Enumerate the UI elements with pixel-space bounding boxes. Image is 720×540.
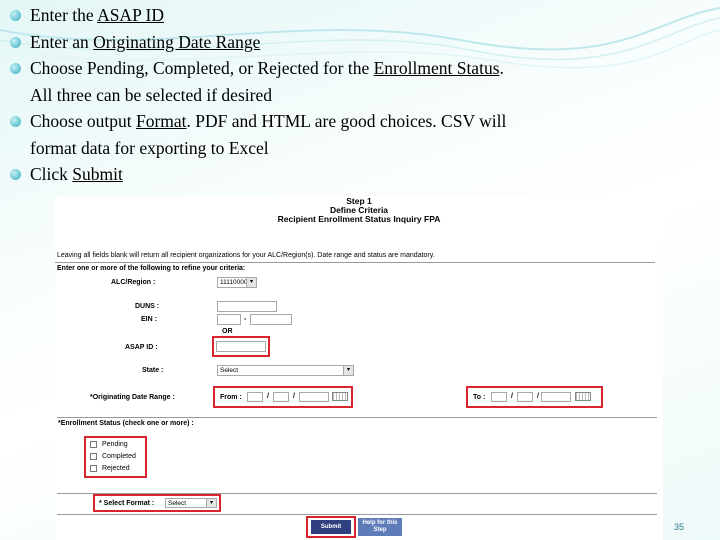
to-year-input[interactable] <box>541 392 571 402</box>
enrollment-status-term: Enrollment Status <box>373 58 500 78</box>
chevron-down-icon: ▾ <box>246 278 256 287</box>
date-range-term: Originating Date Range <box>93 31 261 52</box>
duns-label: DUNS : <box>135 303 160 310</box>
ein-prefix-input[interactable] <box>217 314 241 325</box>
alc-label: ALC/Region : <box>111 279 156 286</box>
completed-checkbox[interactable] <box>90 453 97 460</box>
bullet-asap-id: Enter the ASAP ID <box>10 2 710 29</box>
status-fieldset-border <box>57 417 657 418</box>
bullet-format: Choose output Format. PDF and HTML are g… <box>10 108 710 161</box>
to-label: To : <box>473 394 486 401</box>
state-label: State : <box>142 367 164 374</box>
ein-suffix-input[interactable] <box>250 314 292 325</box>
from-day-input[interactable] <box>273 392 289 402</box>
format-term: Format <box>135 111 187 131</box>
or-label: OR <box>222 328 233 335</box>
divider <box>57 514 657 515</box>
instruction-list: Enter the ASAP ID Enter an Originating D… <box>10 2 710 188</box>
from-slash-1: / <box>267 393 269 400</box>
bullet-enrollment-status: Choose Pending, Completed, or Rejected f… <box>10 55 710 108</box>
to-slash-2: / <box>537 393 539 400</box>
select-format-label: * Select Format : <box>99 500 155 507</box>
from-year-input[interactable] <box>299 392 329 402</box>
chevron-down-icon: ▾ <box>343 366 353 375</box>
screenshot-panel: Step 1 Define Criteria Recipient Enrollm… <box>55 196 663 540</box>
alc-select[interactable]: 11110000 ▾ <box>217 277 257 288</box>
calendar-icon[interactable] <box>575 392 591 401</box>
bullet-submit: Click Submit <box>10 161 710 188</box>
rejected-label: Rejected <box>102 465 130 472</box>
asap-id-label: ASAP ID : <box>125 344 158 351</box>
divider <box>55 262 655 263</box>
format-select[interactable]: Select ▾ <box>165 498 217 508</box>
date-range-label: *Originating Date Range : <box>90 394 175 401</box>
ein-label: EIN : <box>141 316 157 323</box>
chevron-down-icon: ▾ <box>206 499 216 507</box>
help-button[interactable]: Help for this Step <box>358 518 402 536</box>
submit-button[interactable]: Submit <box>311 520 351 534</box>
enrollment-status-legend: *Enrollment Status (check one or more) : <box>58 420 194 427</box>
submit-term: Submit <box>72 164 123 184</box>
state-select[interactable]: Select ▾ <box>217 365 354 376</box>
calendar-icon[interactable] <box>332 392 348 401</box>
bullet-date-range: Enter an Originating Date Range <box>10 29 710 56</box>
to-slash-1: / <box>511 393 513 400</box>
to-month-input[interactable] <box>491 392 507 402</box>
duns-input[interactable] <box>217 301 277 312</box>
refine-instruction: Enter one or more of the following to re… <box>57 265 246 272</box>
pending-label: Pending <box>102 441 128 448</box>
rejected-checkbox[interactable] <box>90 465 97 472</box>
pending-checkbox[interactable] <box>90 441 97 448</box>
from-label: From : <box>220 394 242 401</box>
from-month-input[interactable] <box>247 392 263 402</box>
from-slash-2: / <box>293 393 295 400</box>
blank-fields-note: Leaving all fields blank will return all… <box>57 252 435 259</box>
ein-separator: - <box>244 316 247 323</box>
asap-id-input[interactable] <box>216 341 266 352</box>
completed-label: Completed <box>102 453 136 460</box>
report-title: Recipient Enrollment Status Inquiry FPA <box>277 214 441 224</box>
page-number: 35 <box>673 522 684 532</box>
asap-id-term: ASAP ID <box>97 5 164 25</box>
to-day-input[interactable] <box>517 392 533 402</box>
